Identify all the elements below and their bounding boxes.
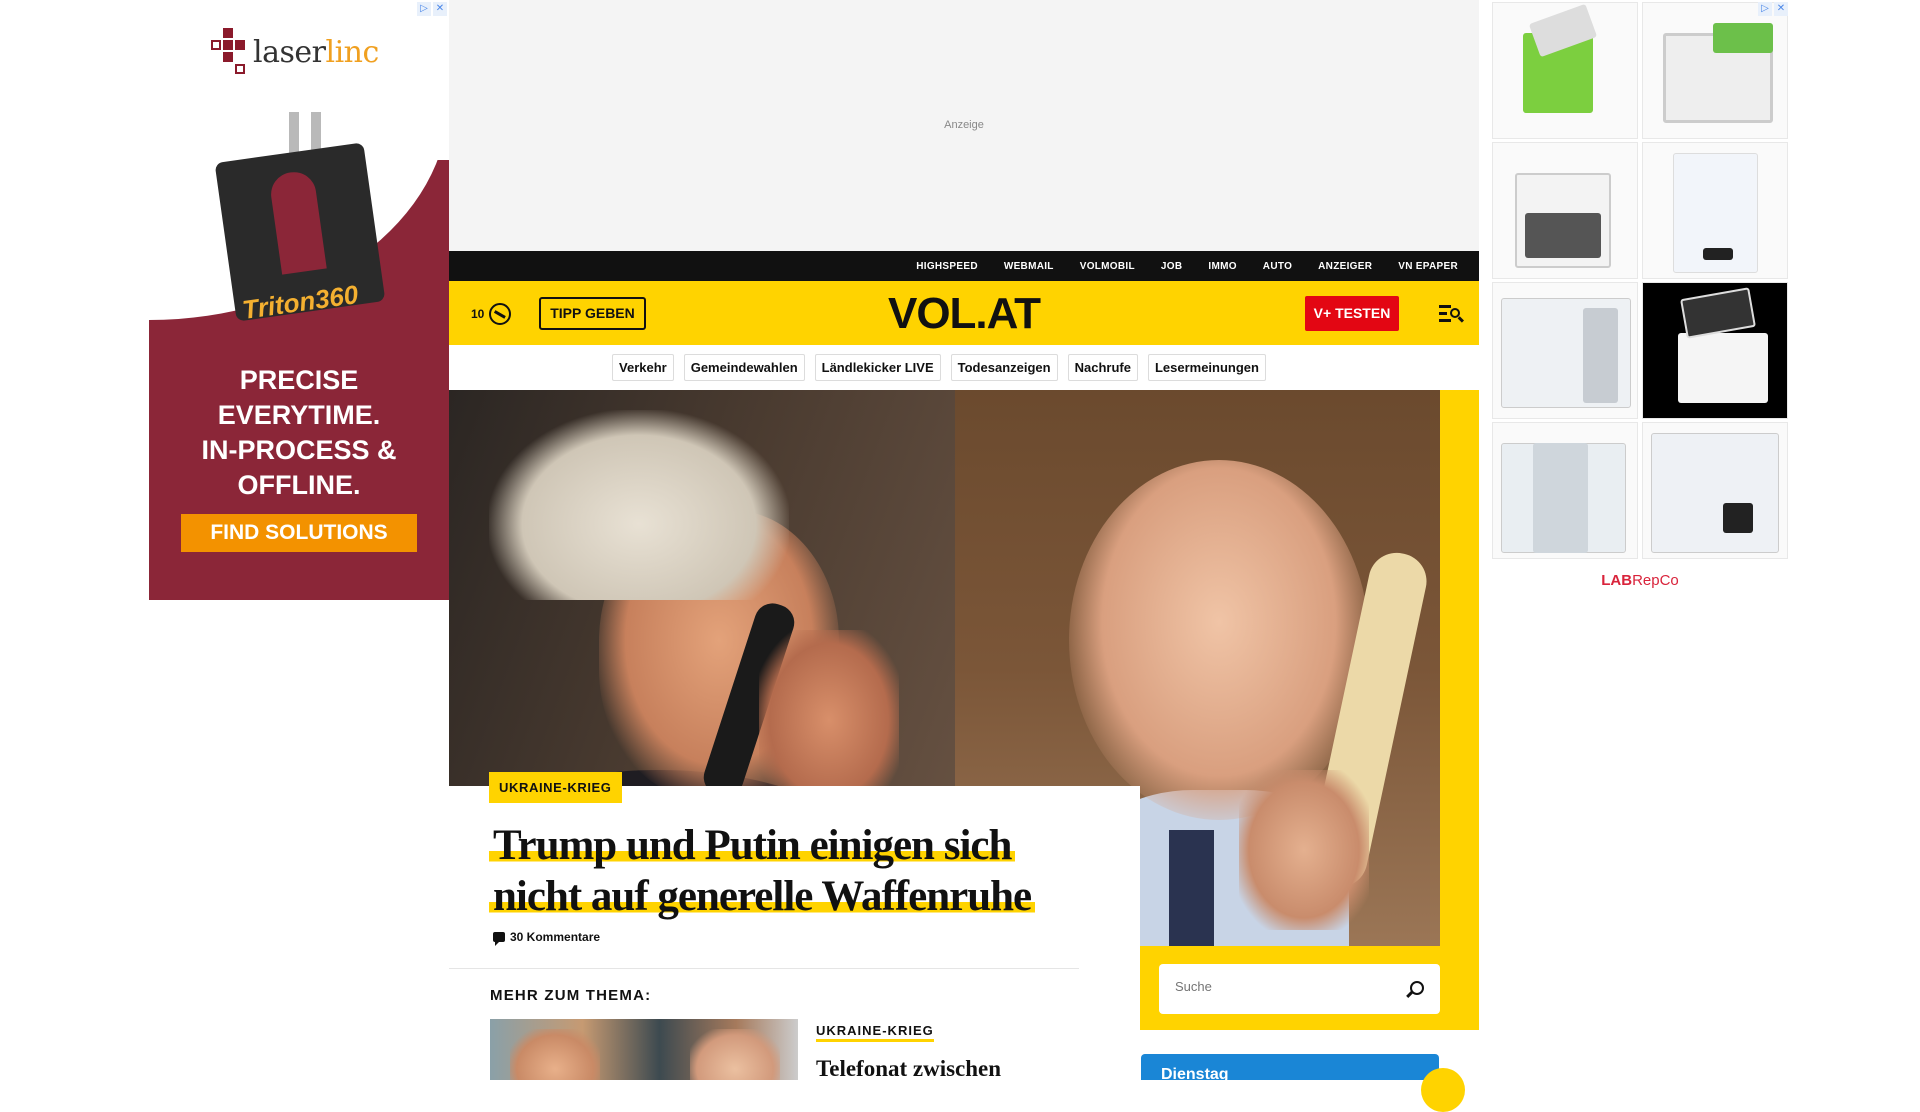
category-lesermeinungen[interactable]: Lesermeinungen bbox=[1147, 354, 1266, 381]
vplus-testen-button[interactable]: V+ TESTEN bbox=[1305, 296, 1399, 331]
weather-widget[interactable]: Dienstag bbox=[1141, 1054, 1465, 1112]
related-thumbnail[interactable] bbox=[490, 1019, 798, 1080]
left-ad-banner[interactable]: ▷ ✕ laserlinc Triton360 PRECISE EVERYTIM… bbox=[149, 0, 449, 600]
article-headline[interactable]: Trump und Putin einigen sich nicht auf g… bbox=[489, 820, 1129, 922]
site-header: 10 TIPP GEBEN VOL.AT V+ TESTEN bbox=[449, 281, 1479, 345]
find-solutions-button[interactable]: FIND SOLUTIONS bbox=[181, 514, 417, 552]
ad-info-icon[interactable]: ▷ bbox=[1758, 2, 1772, 16]
category-todesanzeigen[interactable]: Todesanzeigen bbox=[950, 354, 1058, 381]
nav-anzeiger[interactable]: ANZEIGER bbox=[1305, 261, 1385, 272]
product-tile[interactable] bbox=[1642, 282, 1788, 419]
nav-immo[interactable]: IMMO bbox=[1195, 261, 1249, 272]
nav-job[interactable]: JOB bbox=[1148, 261, 1195, 272]
product-tile[interactable] bbox=[1642, 2, 1788, 139]
nav-highspeed[interactable]: HIGHSPEED bbox=[903, 261, 991, 272]
nav-auto[interactable]: AUTO bbox=[1250, 261, 1305, 272]
headline-line-1: Trump und Putin einigen sich bbox=[489, 822, 1016, 869]
comments-link[interactable]: 30 Kommentare bbox=[493, 930, 601, 946]
category-gemeindewahlen[interactable]: Gemeindewahlen bbox=[683, 354, 805, 381]
top-ad-slot: Anzeige bbox=[449, 0, 1479, 251]
article-tag[interactable]: UKRAINE-KRIEG bbox=[489, 772, 622, 803]
labrepco-logo: LABRepCo bbox=[1601, 572, 1679, 589]
product-image: Triton360 bbox=[207, 112, 387, 337]
ad-headline: PRECISE EVERYTIME. IN-PROCESS & OFFLINE. bbox=[201, 365, 397, 500]
ad-choices[interactable]: ▷ ✕ bbox=[417, 2, 447, 16]
weather-day: Dienstag bbox=[1161, 1066, 1229, 1083]
laserlinc-wordmark: laserlinc bbox=[253, 34, 379, 70]
product-tile[interactable] bbox=[1492, 422, 1638, 559]
category-laendlekicker-live[interactable]: Ländlekicker LIVE bbox=[814, 354, 941, 381]
category-nachrufe[interactable]: Nachrufe bbox=[1067, 354, 1138, 381]
ad-label: Anzeige bbox=[944, 119, 984, 131]
ad-close-icon[interactable]: ✕ bbox=[433, 2, 447, 16]
related-heading: MEHR ZUM THEMA: bbox=[490, 987, 652, 1004]
nav-webmail[interactable]: WEBMAIL bbox=[991, 261, 1067, 272]
related-tag[interactable]: UKRAINE-KRIEG bbox=[816, 1023, 934, 1042]
sun-icon bbox=[1421, 1068, 1465, 1112]
ad-close-icon[interactable]: ✕ bbox=[1774, 2, 1788, 16]
product-tile[interactable] bbox=[1492, 2, 1638, 139]
comments-count: 30 Kommentare bbox=[510, 930, 601, 944]
laserlinc-logo: laserlinc bbox=[211, 28, 379, 76]
product-tile[interactable] bbox=[1642, 142, 1788, 279]
category-verkehr[interactable]: Verkehr bbox=[612, 354, 674, 381]
nav-vn-epaper[interactable]: VN EPAPER bbox=[1385, 261, 1471, 272]
ad-info-icon[interactable]: ▷ bbox=[417, 2, 431, 16]
section-divider bbox=[449, 968, 1079, 969]
related-title[interactable]: Telefonat zwischen bbox=[816, 1056, 1001, 1082]
product-tile[interactable] bbox=[1492, 282, 1638, 419]
right-ad-banner[interactable]: ▷ ✕ LABRepCo bbox=[1490, 0, 1790, 600]
nav-volmobil[interactable]: VOLMOBIL bbox=[1067, 261, 1148, 272]
menu-search-icon[interactable] bbox=[1439, 303, 1465, 323]
headline-line-2: nicht auf generelle Waffenruhe bbox=[489, 873, 1036, 920]
product-tile[interactable] bbox=[1492, 142, 1638, 279]
search-input[interactable] bbox=[1175, 979, 1395, 994]
hero-article: UKRAINE-KRIEG Trump und Putin einigen si… bbox=[449, 390, 1479, 1030]
service-nav: HIGHSPEED WEBMAIL VOLMOBIL JOB IMMO AUTO… bbox=[449, 251, 1479, 281]
ad-choices[interactable]: ▷ ✕ bbox=[1758, 2, 1788, 16]
laserlinc-mark-icon bbox=[211, 28, 247, 76]
category-bar: Verkehr Gemeindewahlen Ländlekicker LIVE… bbox=[449, 345, 1479, 390]
product-tile[interactable] bbox=[1642, 422, 1788, 559]
search-field[interactable] bbox=[1159, 964, 1440, 1014]
product-grid bbox=[1492, 2, 1788, 559]
comment-icon bbox=[493, 932, 505, 946]
search-icon[interactable] bbox=[1410, 981, 1424, 995]
